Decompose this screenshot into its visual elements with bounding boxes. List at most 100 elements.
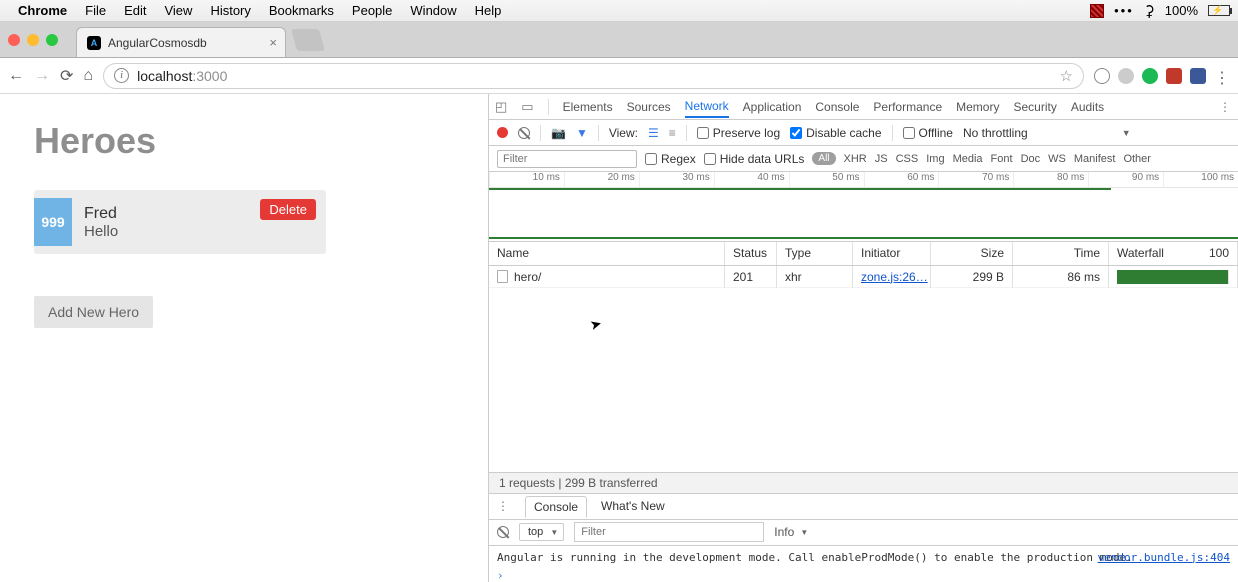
console-message: Angular is running in the development mo…	[489, 546, 1238, 569]
drawer-tab-console[interactable]: Console	[525, 496, 587, 518]
network-request-row[interactable]: hero/ 201 xhr zone.js:26… 299 B 86 ms	[489, 266, 1238, 288]
battery-percent: 100%	[1165, 3, 1198, 18]
menu-edit[interactable]: Edit	[124, 3, 146, 18]
tab-elements[interactable]: Elements	[563, 100, 613, 114]
req-initiator-link[interactable]: zone.js:26…	[861, 270, 928, 284]
preserve-log-checkbox[interactable]: Preserve log	[697, 126, 780, 140]
tick: 10 ms	[489, 172, 564, 187]
new-tab-button[interactable]	[291, 29, 325, 51]
filter-other[interactable]: Other	[1123, 153, 1151, 165]
view-small-icon[interactable]: ≡	[669, 126, 676, 140]
ext-icon-2[interactable]	[1118, 68, 1134, 84]
delete-button[interactable]: Delete	[260, 199, 316, 220]
menu-history[interactable]: History	[210, 3, 250, 18]
ext-icon-3[interactable]	[1142, 68, 1158, 84]
back-button[interactable]: ←	[8, 67, 24, 85]
devtools-more-icon[interactable]: ⋮	[1219, 100, 1232, 114]
col-waterfall[interactable]: Waterfall100	[1109, 242, 1238, 265]
filter-js[interactable]: JS	[875, 153, 888, 165]
hero-card[interactable]: 999 Fred Hello Delete	[34, 190, 326, 254]
tab-sources[interactable]: Sources	[627, 100, 671, 114]
disable-cache-checkbox[interactable]: Disable cache	[790, 126, 881, 140]
tab-close-icon[interactable]: ×	[269, 35, 277, 50]
bookmark-star-icon[interactable]: ☆	[1060, 67, 1073, 85]
add-hero-button[interactable]: Add New Hero	[34, 296, 153, 328]
screenshot-icon[interactable]: 📷	[551, 126, 566, 140]
home-button[interactable]: ⌂	[83, 67, 93, 85]
devtools-tabbar: ◰ ▭ Elements Sources Network Application…	[489, 94, 1238, 120]
col-size[interactable]: Size	[931, 242, 1013, 265]
hide-data-urls-checkbox[interactable]: Hide data URLs	[704, 152, 805, 166]
clear-icon[interactable]	[518, 127, 530, 139]
menu-extra-icon[interactable]	[1090, 4, 1104, 18]
filter-toggle-icon[interactable]: ▼	[576, 126, 588, 140]
browser-tab[interactable]: A AngularCosmosdb ×	[76, 27, 286, 57]
chrome-menu-icon[interactable]: ⋮	[1214, 68, 1230, 84]
window-zoom-icon[interactable]	[46, 34, 58, 46]
battery-icon[interactable]: ⚡	[1208, 5, 1230, 16]
filter-all[interactable]: All	[812, 152, 835, 165]
window-close-icon[interactable]	[8, 34, 20, 46]
console-filter-input[interactable]	[574, 522, 764, 542]
window-minimize-icon[interactable]	[27, 34, 39, 46]
req-time: 86 ms	[1013, 266, 1109, 288]
site-info-icon[interactable]: i	[114, 68, 129, 83]
device-toggle-icon[interactable]: ▭	[521, 99, 533, 115]
console-toolbar: top▼ Info▼	[489, 520, 1238, 546]
menu-extra-dots-icon[interactable]: •••	[1114, 3, 1134, 18]
console-level-select[interactable]: Info▼	[774, 525, 808, 539]
menu-bookmarks[interactable]: Bookmarks	[269, 3, 334, 18]
network-grid-body[interactable]: hero/ 201 xhr zone.js:26… 299 B 86 ms	[489, 266, 1238, 472]
wifi-icon[interactable]: ⚳	[1144, 2, 1155, 20]
address-bar[interactable]: i localhost:3000 ☆	[103, 63, 1084, 89]
filter-css[interactable]: CSS	[896, 153, 919, 165]
ext-icon-1[interactable]	[1094, 68, 1110, 84]
chrome-toolbar: ← → ⟳ ⌂ i localhost:3000 ☆ ⋮	[0, 58, 1238, 94]
menu-help[interactable]: Help	[475, 3, 502, 18]
filter-img[interactable]: Img	[926, 153, 944, 165]
console-clear-icon[interactable]	[497, 526, 509, 538]
tick: 60 ms	[864, 172, 939, 187]
col-time[interactable]: Time	[1013, 242, 1109, 265]
throttling-select[interactable]: No throttling▼	[963, 126, 1131, 140]
console-context-select[interactable]: top▼	[519, 523, 564, 541]
filter-input[interactable]	[497, 150, 637, 168]
menu-app[interactable]: Chrome	[18, 3, 67, 18]
menu-people[interactable]: People	[352, 3, 392, 18]
tab-security[interactable]: Security	[1013, 100, 1056, 114]
drawer-menu-icon[interactable]: ⋮	[497, 499, 511, 513]
req-size: 299 B	[931, 266, 1013, 288]
tab-network[interactable]: Network	[685, 99, 729, 118]
tab-audits[interactable]: Audits	[1071, 100, 1104, 114]
col-initiator[interactable]: Initiator	[853, 242, 931, 265]
view-large-icon[interactable]: ☰	[648, 126, 659, 140]
offline-checkbox[interactable]: Offline	[903, 126, 953, 140]
filter-font[interactable]: Font	[991, 153, 1013, 165]
menu-view[interactable]: View	[164, 3, 192, 18]
filter-media[interactable]: Media	[953, 153, 983, 165]
console-source-link[interactable]: vendor.bundle.js:404	[1098, 550, 1230, 565]
filter-xhr[interactable]: XHR	[844, 153, 867, 165]
ext-icon-4[interactable]	[1166, 68, 1182, 84]
tab-console[interactable]: Console	[815, 100, 859, 114]
reload-button[interactable]: ⟳	[60, 66, 73, 86]
network-timeline[interactable]: 10 ms 20 ms 30 ms 40 ms 50 ms 60 ms 70 m…	[489, 172, 1238, 242]
tab-application[interactable]: Application	[743, 100, 802, 114]
record-icon[interactable]	[497, 127, 508, 138]
menu-window[interactable]: Window	[410, 3, 456, 18]
console-prompt[interactable]: ›	[489, 569, 1238, 582]
filter-doc[interactable]: Doc	[1021, 153, 1041, 165]
regex-checkbox[interactable]: Regex	[645, 152, 696, 166]
tab-memory[interactable]: Memory	[956, 100, 999, 114]
tab-performance[interactable]: Performance	[873, 100, 942, 114]
menu-file[interactable]: File	[85, 3, 106, 18]
col-status[interactable]: Status	[725, 242, 777, 265]
drawer-tab-whatsnew[interactable]: What's New	[601, 499, 665, 513]
filter-manifest[interactable]: Manifest	[1074, 153, 1116, 165]
col-name[interactable]: Name	[489, 242, 725, 265]
filter-ws[interactable]: WS	[1048, 153, 1066, 165]
macos-menubar: Chrome File Edit View History Bookmarks …	[0, 0, 1238, 22]
ext-icon-5[interactable]	[1190, 68, 1206, 84]
inspect-icon[interactable]: ◰	[495, 99, 507, 115]
col-type[interactable]: Type	[777, 242, 853, 265]
